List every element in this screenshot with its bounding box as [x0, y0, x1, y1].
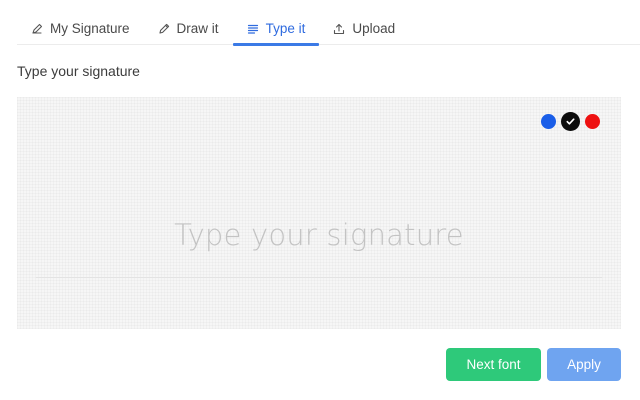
tab-label: Upload [352, 21, 396, 36]
color-swatch-black[interactable] [561, 112, 580, 131]
next-font-button[interactable]: Next font [446, 348, 541, 381]
signature-baseline [36, 277, 602, 278]
signature-pad [17, 97, 621, 329]
tab-label: Type it [265, 21, 306, 36]
section-heading: Type your signature [17, 63, 140, 79]
signature-dialog: My Signature Draw it Type it Upload Type… [0, 0, 640, 400]
lines-icon [247, 23, 259, 35]
color-swatch-blue[interactable] [541, 114, 556, 129]
apply-button[interactable]: Apply [547, 348, 621, 381]
tab-upload[interactable]: Upload [319, 13, 409, 44]
pen-icon [31, 23, 43, 35]
tab-my-signature[interactable]: My Signature [17, 13, 144, 44]
upload-icon [333, 23, 345, 35]
color-picker [541, 112, 600, 131]
tab-draw-it[interactable]: Draw it [144, 13, 233, 44]
check-icon [566, 118, 575, 125]
color-swatch-red[interactable] [585, 114, 600, 129]
pencil-icon [158, 23, 170, 35]
tab-type-it[interactable]: Type it [232, 13, 320, 46]
tab-label: My Signature [50, 21, 130, 36]
tab-bar: My Signature Draw it Type it Upload [17, 13, 640, 46]
tab-label: Draw it [176, 21, 219, 36]
signature-input[interactable] [35, 209, 603, 261]
